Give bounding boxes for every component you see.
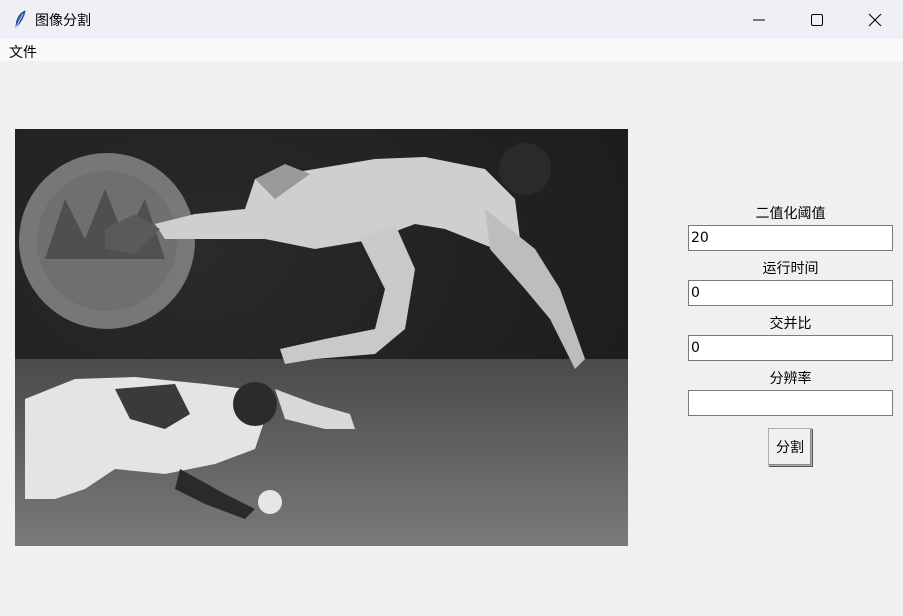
maximize-button[interactable] — [788, 0, 846, 39]
runtime-label: 运行时间 — [762, 261, 819, 277]
resolution-input[interactable] — [688, 390, 893, 416]
close-button[interactable] — [846, 0, 903, 39]
threshold-label: 二值化阈值 — [755, 206, 826, 222]
image-display — [15, 129, 628, 546]
window-title: 图像分割 — [35, 13, 91, 29]
title-bar: 图像分割 — [0, 0, 903, 39]
iou-input[interactable] — [688, 335, 893, 361]
feather-icon — [10, 9, 30, 29]
menu-file[interactable]: 文件 — [9, 42, 37, 62]
runtime-input[interactable] — [688, 280, 893, 306]
resolution-label: 分辨率 — [769, 371, 812, 387]
close-icon — [868, 13, 882, 26]
segment-button[interactable]: 分割 — [768, 428, 812, 466]
minimize-button[interactable] — [730, 0, 788, 39]
minimize-icon — [753, 19, 765, 20]
menu-bar: 文件 — [0, 39, 903, 61]
maximize-icon — [811, 13, 823, 26]
iou-label: 交并比 — [769, 316, 812, 332]
threshold-input[interactable] — [688, 225, 893, 251]
